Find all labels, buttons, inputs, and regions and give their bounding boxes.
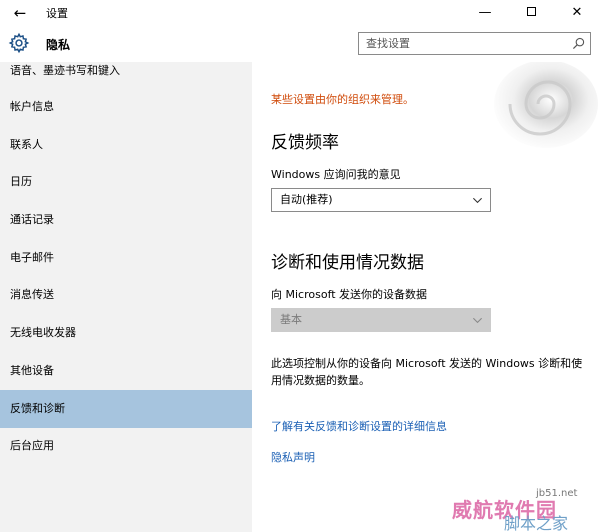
close-button[interactable]: ✕ <box>554 0 600 26</box>
sidebar-item-other-devices[interactable]: 其他设备 <box>0 352 252 390</box>
minimize-button[interactable]: — <box>462 0 508 26</box>
feedback-frequency-heading: 反馈频率 <box>271 133 339 153</box>
sidebar-item-account-info[interactable]: 帐户信息 <box>0 88 252 126</box>
diagnostics-level-dropdown: 基本 <box>271 308 491 332</box>
diagnostics-description: 此选项控制从你的设备向 Microsoft 发送的 Windows 诊断和使用情… <box>271 357 583 387</box>
feedback-frequency-value: 自动(推荐) <box>280 193 333 206</box>
maximize-icon <box>526 7 536 16</box>
title-bar: ← 设置 — ✕ <box>0 0 600 26</box>
feedback-frequency-label: Windows 应询问我的意见 <box>271 168 401 181</box>
sidebar-item-email[interactable]: 电子邮件 <box>0 239 252 277</box>
section-title: 隐私 <box>46 38 71 52</box>
sidebar-item-call-history[interactable]: 通话记录 <box>0 201 252 239</box>
search-input[interactable] <box>359 33 569 54</box>
diagnostics-label: 向 Microsoft 发送你的设备数据 <box>271 288 428 301</box>
window-title: 设置 <box>46 7 68 20</box>
sidebar-item-speech-inking[interactable]: 语音、墨迹书写和键入 <box>0 62 252 90</box>
sidebar-item-background-apps[interactable]: 后台应用 <box>0 427 252 465</box>
back-arrow-icon[interactable]: ← <box>8 2 32 24</box>
swirl-decoration <box>494 62 598 148</box>
search-box[interactable] <box>358 32 591 55</box>
sidebar: 语音、墨迹书写和键入 帐户信息 联系人 日历 通话记录 电子邮件 消息传送 无线… <box>0 62 252 532</box>
chevron-down-icon <box>472 197 483 204</box>
sidebar-item-contacts[interactable]: 联系人 <box>0 126 252 164</box>
sidebar-item-calendar[interactable]: 日历 <box>0 163 252 201</box>
watermark: 威航软件园 jb51.net 脚本之家 <box>452 488 600 532</box>
search-icon[interactable] <box>572 37 585 50</box>
org-managed-note: 某些设置由你的组织来管理。 <box>271 93 414 106</box>
sidebar-item-feedback-diagnostics[interactable]: 反馈和诊断 <box>0 390 252 428</box>
diagnostics-level-value: 基本 <box>280 313 302 326</box>
watermark-sub: 脚本之家 <box>504 514 569 532</box>
sidebar-item-messaging[interactable]: 消息传送 <box>0 276 252 314</box>
diagnostics-heading: 诊断和使用情况数据 <box>271 253 424 273</box>
learn-more-link[interactable]: 了解有关反馈和诊断设置的详细信息 <box>271 418 447 434</box>
sidebar-item-radios[interactable]: 无线电收发器 <box>0 314 252 352</box>
chevron-down-icon <box>472 317 483 324</box>
gear-icon <box>8 32 30 54</box>
watermark-site: jb51.net <box>536 488 578 499</box>
privacy-statement-link[interactable]: 隐私声明 <box>271 449 315 465</box>
maximize-button[interactable] <box>508 0 554 26</box>
feedback-frequency-dropdown[interactable]: 自动(推荐) <box>271 188 491 212</box>
